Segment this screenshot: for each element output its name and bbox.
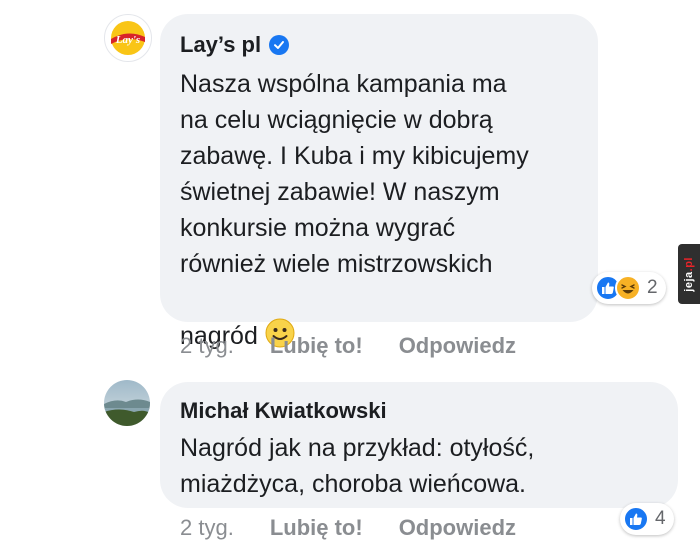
reply-button[interactable]: Odpowiedz <box>399 333 516 359</box>
watermark-suffix: .pl <box>683 256 695 271</box>
comment-bubble: Michał Kwiatkowski Nagród jak na przykła… <box>160 382 678 508</box>
author-name[interactable]: Michał Kwiatkowski <box>180 398 387 424</box>
author-name[interactable]: Lay’s pl <box>180 32 261 58</box>
comment-text: Nagród jak na przykład: otyłość, miażdży… <box>180 434 535 498</box>
comment-bubble: Lay’s pl Nasza wspólna kampania ma na ce… <box>160 14 598 350</box>
watermark-main: jeja <box>683 270 695 292</box>
timestamp[interactable]: 2 tyg. <box>180 515 234 541</box>
verified-badge-icon <box>269 35 290 55</box>
like-button[interactable]: Lubię to! <box>270 515 363 541</box>
lays-logo-icon: Lay's <box>106 16 150 60</box>
reaction-summary[interactable]: 4 <box>620 503 674 535</box>
comment-actions: 2 tyg. Lubię to! Odpowiedz <box>180 333 516 359</box>
comment-actions: 2 tyg. Lubię to! Odpowiedz <box>180 515 516 541</box>
reaction-count: 2 <box>647 277 658 298</box>
jeja-watermark: jeja.pl <box>678 244 700 304</box>
svg-text:Lay's: Lay's <box>115 34 140 46</box>
comment-author[interactable]: Lay’s pl <box>180 32 578 58</box>
avatar[interactable]: Lay's <box>104 14 152 62</box>
comment-body: Nasza wspólna kampania ma na celu wciągn… <box>180 70 529 350</box>
like-icon <box>623 506 649 532</box>
comment-author[interactable]: Michał Kwiatkowski <box>180 398 658 424</box>
haha-icon <box>615 275 641 301</box>
reaction-summary[interactable]: 2 <box>592 272 666 304</box>
landscape-avatar-icon <box>104 380 150 426</box>
reaction-count: 4 <box>655 508 666 529</box>
comment-text: Nasza wspólna kampania ma na celu wciągn… <box>180 66 578 358</box>
like-button[interactable]: Lubię to! <box>270 333 363 359</box>
reply-button[interactable]: Odpowiedz <box>399 515 516 541</box>
timestamp[interactable]: 2 tyg. <box>180 333 234 359</box>
avatar[interactable] <box>104 380 150 426</box>
